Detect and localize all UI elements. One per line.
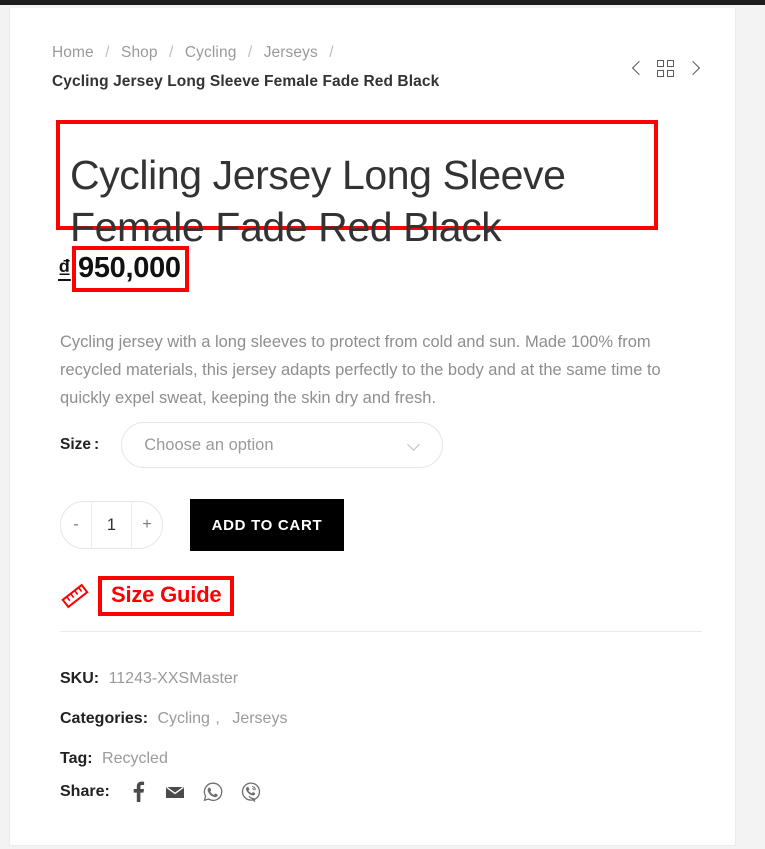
- ruler-icon[interactable]: [60, 581, 90, 611]
- quantity-increment-button[interactable]: +: [132, 502, 162, 548]
- grid-cell: [657, 70, 664, 77]
- share-icons: [128, 781, 262, 803]
- breadcrumb-current-page: Cycling Jersey Long Sleeve Female Fade R…: [52, 73, 440, 90]
- share-row: Share:: [60, 781, 262, 803]
- quantity-input[interactable]: 1: [91, 502, 132, 548]
- category-link-jerseys[interactable]: Jerseys: [228, 710, 287, 727]
- whatsapp-icon[interactable]: [202, 781, 224, 803]
- size-guide-annotation-box: Size Guide: [98, 576, 235, 616]
- size-label: Size: [60, 436, 92, 453]
- breadcrumb-separator: /: [105, 44, 110, 61]
- category-link-cycling[interactable]: Cycling: [157, 710, 214, 727]
- add-to-cart-button[interactable]: ADD TO CART: [190, 499, 344, 551]
- size-select-value: Choose an option: [144, 435, 274, 454]
- grid-view-icon[interactable]: [657, 60, 675, 78]
- size-guide-link[interactable]: Size Guide: [111, 582, 222, 607]
- product-description: Cycling jersey with a long sleeves to pr…: [60, 332, 661, 407]
- quantity-stepper: - 1 +: [60, 501, 163, 549]
- product-card: Home / Shop / Cycling / Jerseys / Cyclin…: [9, 8, 736, 846]
- category-jerseys[interactable]: Jerseys: [232, 710, 287, 727]
- breadcrumb-separator: /: [329, 44, 334, 61]
- share-label: Share:: [60, 783, 110, 800]
- breadcrumb: Home / Shop / Cycling / Jerseys /: [52, 44, 341, 62]
- chevron-left-icon[interactable]: [633, 60, 644, 78]
- sku-value: 11243-XXSMaster: [108, 670, 239, 687]
- product-title: Cycling Jersey Long Sleeve Female Fade R…: [70, 152, 566, 251]
- grid-cell: [667, 70, 674, 77]
- currency-symbol: ₫: [58, 255, 71, 283]
- categories-label: Categories:: [60, 710, 149, 727]
- breadcrumb-item-shop[interactable]: Shop: [121, 44, 158, 61]
- tag-value[interactable]: Recycled: [102, 750, 168, 767]
- size-select[interactable]: Choose an option: [121, 422, 444, 468]
- size-guide-row: Size Guide: [60, 576, 235, 616]
- product-meta: SKU: 11243-XXSMaster Categories: Cycling…: [60, 659, 287, 779]
- product-title-annotation-box: Cycling Jersey Long Sleeve Female Fade R…: [56, 120, 658, 250]
- quantity-decrement-button[interactable]: -: [61, 502, 91, 548]
- section-divider: [60, 631, 702, 632]
- breadcrumb-separator: /: [169, 44, 174, 61]
- categories-row: Categories: Cycling , Jerseys: [60, 699, 287, 739]
- chevron-right-icon[interactable]: [688, 60, 699, 78]
- price-annotation-box: 950,000: [72, 246, 189, 292]
- price-amount: 950,000: [78, 252, 181, 284]
- grid-cell: [657, 60, 664, 67]
- size-label-colon: :: [94, 436, 100, 453]
- tag-label: Tag:: [60, 750, 93, 767]
- grid-cell: [667, 60, 674, 67]
- breadcrumb-item-jerseys[interactable]: Jerseys: [264, 44, 318, 61]
- breadcrumb-item-home[interactable]: Home: [52, 44, 94, 61]
- breadcrumb-item-cycling[interactable]: Cycling: [185, 44, 237, 61]
- breadcrumb-separator: /: [247, 44, 253, 61]
- tag-row: Tag: Recycled: [60, 739, 287, 779]
- purchase-row: - 1 + ADD TO CART: [60, 499, 344, 551]
- size-option-row: Size : Choose an option: [60, 422, 444, 468]
- viber-icon[interactable]: [240, 781, 262, 803]
- email-icon[interactable]: [164, 781, 186, 803]
- categories-separator: ,: [215, 710, 220, 727]
- sku-row: SKU: 11243-XXSMaster: [60, 659, 287, 699]
- sku-label: SKU:: [60, 670, 100, 687]
- category-cycling[interactable]: Cycling: [157, 710, 209, 727]
- page-background: Home / Shop / Cycling / Jerseys / Cyclin…: [0, 5, 765, 849]
- tag-recycled[interactable]: Recycled: [102, 750, 168, 767]
- chevron-down-icon: [409, 440, 420, 451]
- product-navigation: [633, 60, 699, 78]
- facebook-icon[interactable]: [128, 781, 148, 803]
